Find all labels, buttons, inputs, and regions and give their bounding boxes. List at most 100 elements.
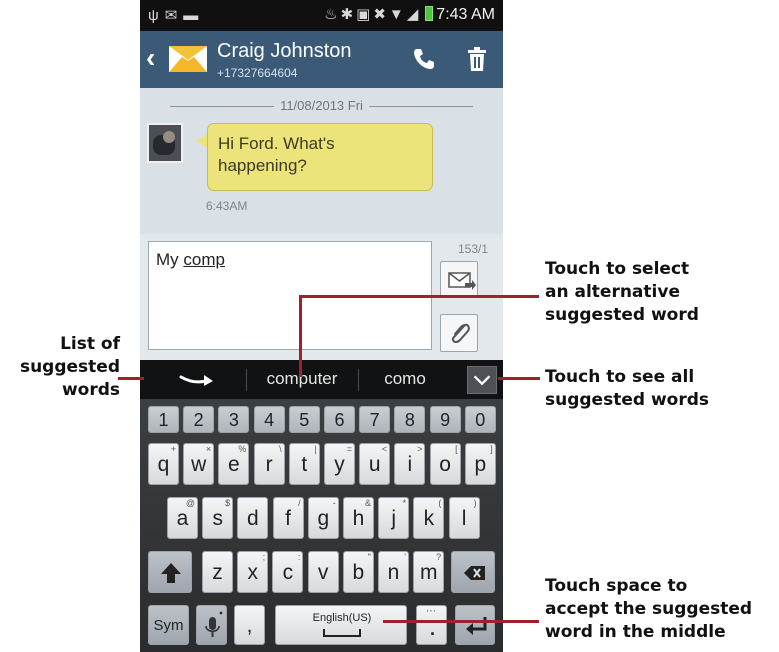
leader-line-alternative-v — [299, 295, 302, 377]
status-right: ♨✱▣✖▼◢ 7:43 AM — [324, 5, 495, 24]
key-k-alt-label: ( — [438, 498, 442, 508]
key-e[interactable]: e% — [218, 443, 250, 485]
message-text: Hi Ford. What's happening? — [218, 134, 335, 175]
key-m[interactable]: m? — [413, 551, 445, 593]
space-bar-icon — [323, 629, 361, 637]
key-o-label: o — [439, 453, 451, 476]
key-a-alt-label: @ — [185, 498, 195, 508]
key-h-label: h — [352, 507, 365, 530]
curved-arrow-icon[interactable] — [178, 369, 216, 391]
enter-key[interactable] — [455, 605, 495, 645]
date-divider: 11/08/2013 Fri — [140, 96, 503, 116]
key-8[interactable]: 8 — [394, 406, 426, 433]
contact-number: +17327664604 — [217, 66, 298, 80]
key-y[interactable]: y = — [324, 443, 355, 485]
key-p[interactable]: p] — [464, 443, 496, 485]
voice-input-key[interactable] — [196, 605, 227, 645]
attach-button[interactable] — [440, 314, 478, 352]
key-w-alt-label: × — [205, 444, 212, 454]
key-x-alt-label: ; — [262, 552, 266, 562]
key-9[interactable]: 9 — [429, 406, 461, 433]
callout-space-accept: Touch space to accept the suggested word… — [545, 576, 753, 642]
leader-line-list — [118, 377, 144, 380]
phone-call-icon[interactable] — [411, 46, 437, 72]
key-b[interactable]: b " — [342, 551, 374, 593]
suggestion-como[interactable]: como — [364, 369, 446, 389]
backspace-key[interactable] — [451, 551, 495, 593]
leader-line-space — [383, 620, 539, 623]
key-q[interactable]: q + — [148, 443, 179, 485]
battery-icon — [425, 6, 434, 21]
key-z-label: z — [212, 561, 223, 584]
key-d-label: d — [247, 507, 259, 530]
contact-name: Craig Johnston — [217, 40, 352, 62]
message-time: 6:43AM — [206, 199, 248, 213]
key-5[interactable]: 5 — [288, 406, 320, 433]
trash-icon[interactable] — [465, 46, 489, 72]
key-b-label: b — [352, 561, 365, 584]
key-j[interactable]: j * — [378, 497, 410, 539]
key-v[interactable]: v — [307, 551, 339, 593]
key-w[interactable]: w × — [183, 443, 215, 485]
key-u-label: u — [368, 453, 381, 476]
comma-key-label: , — [246, 614, 253, 637]
key-r[interactable]: r \ — [253, 443, 285, 485]
space-key[interactable]: English(US) — [275, 605, 407, 645]
key-0-label: 0 — [475, 410, 486, 430]
key-t-label: t — [301, 453, 308, 476]
key-t-alt-label: | — [314, 444, 317, 454]
key-t[interactable]: t | — [288, 443, 320, 485]
key-n[interactable]: n ' — [378, 551, 409, 593]
key-f[interactable]: f / — [272, 497, 304, 539]
period-key[interactable]: . ⋯ — [416, 605, 447, 645]
message-thread: 11/08/2013 Fri Hi Ford. What's happening… — [140, 88, 503, 234]
key-h[interactable]: h & — [343, 497, 374, 539]
sym-key-label: Sym — [153, 617, 184, 634]
typed-text: My — [156, 250, 184, 269]
key-i-label: i — [407, 453, 413, 476]
suggestion-computer[interactable]: computer — [252, 369, 352, 389]
key-x[interactable]: x; — [237, 551, 269, 593]
key-v-label: v — [317, 561, 329, 584]
sym-key[interactable]: Sym — [148, 605, 189, 645]
key-k[interactable]: k( — [413, 497, 445, 539]
backspace-icon — [464, 566, 485, 580]
key-7-label: 7 — [369, 410, 380, 430]
key-7[interactable]: 7 — [359, 406, 391, 433]
comma-key[interactable]: , — [234, 605, 265, 645]
key-4[interactable]: 4 — [253, 406, 285, 433]
key-0[interactable]: 0 — [464, 406, 496, 433]
key-y-label: y — [334, 453, 345, 476]
key-a[interactable]: a @ — [167, 497, 198, 539]
key-i[interactable]: i > — [394, 443, 426, 485]
message-bubble[interactable]: Hi Ford. What's happening? — [207, 123, 433, 191]
key-o[interactable]: o[ — [429, 443, 461, 485]
key-6[interactable]: 6 — [324, 406, 355, 433]
back-icon[interactable]: ‹ — [146, 43, 168, 73]
key-3[interactable]: 3 — [218, 406, 250, 433]
key-c[interactable]: c: — [272, 551, 304, 593]
key-l[interactable]: l) — [448, 497, 480, 539]
key-j-label: j — [391, 507, 397, 530]
key-s[interactable]: s $ — [202, 497, 234, 539]
key-z[interactable]: z — [202, 551, 233, 593]
key-p-label: p — [474, 453, 487, 476]
key-u[interactable]: u < — [359, 443, 391, 485]
expand-suggestions-button[interactable] — [467, 366, 497, 394]
key-g[interactable]: g- — [307, 497, 339, 539]
key-r-label: r — [265, 453, 273, 476]
key-1[interactable]: 1 — [148, 406, 179, 433]
send-button[interactable] — [440, 261, 478, 298]
avatar[interactable] — [147, 123, 183, 163]
key-g-label: g — [317, 507, 330, 530]
date-label: 11/08/2013 Fri — [274, 98, 369, 113]
key-l-label: l — [461, 507, 467, 530]
key-2[interactable]: 2 — [183, 406, 215, 433]
system-status-icons: ♨✱▣✖▼◢ — [324, 6, 422, 23]
shift-key[interactable] — [148, 551, 192, 593]
conversation-header: ‹ Craig Johnston +17327664604 — [140, 31, 503, 88]
key-d[interactable]: d — [237, 497, 269, 539]
key-5-label: 5 — [299, 410, 310, 430]
key-m-alt-label: ? — [436, 552, 442, 562]
chevron-down-icon — [473, 375, 491, 386]
